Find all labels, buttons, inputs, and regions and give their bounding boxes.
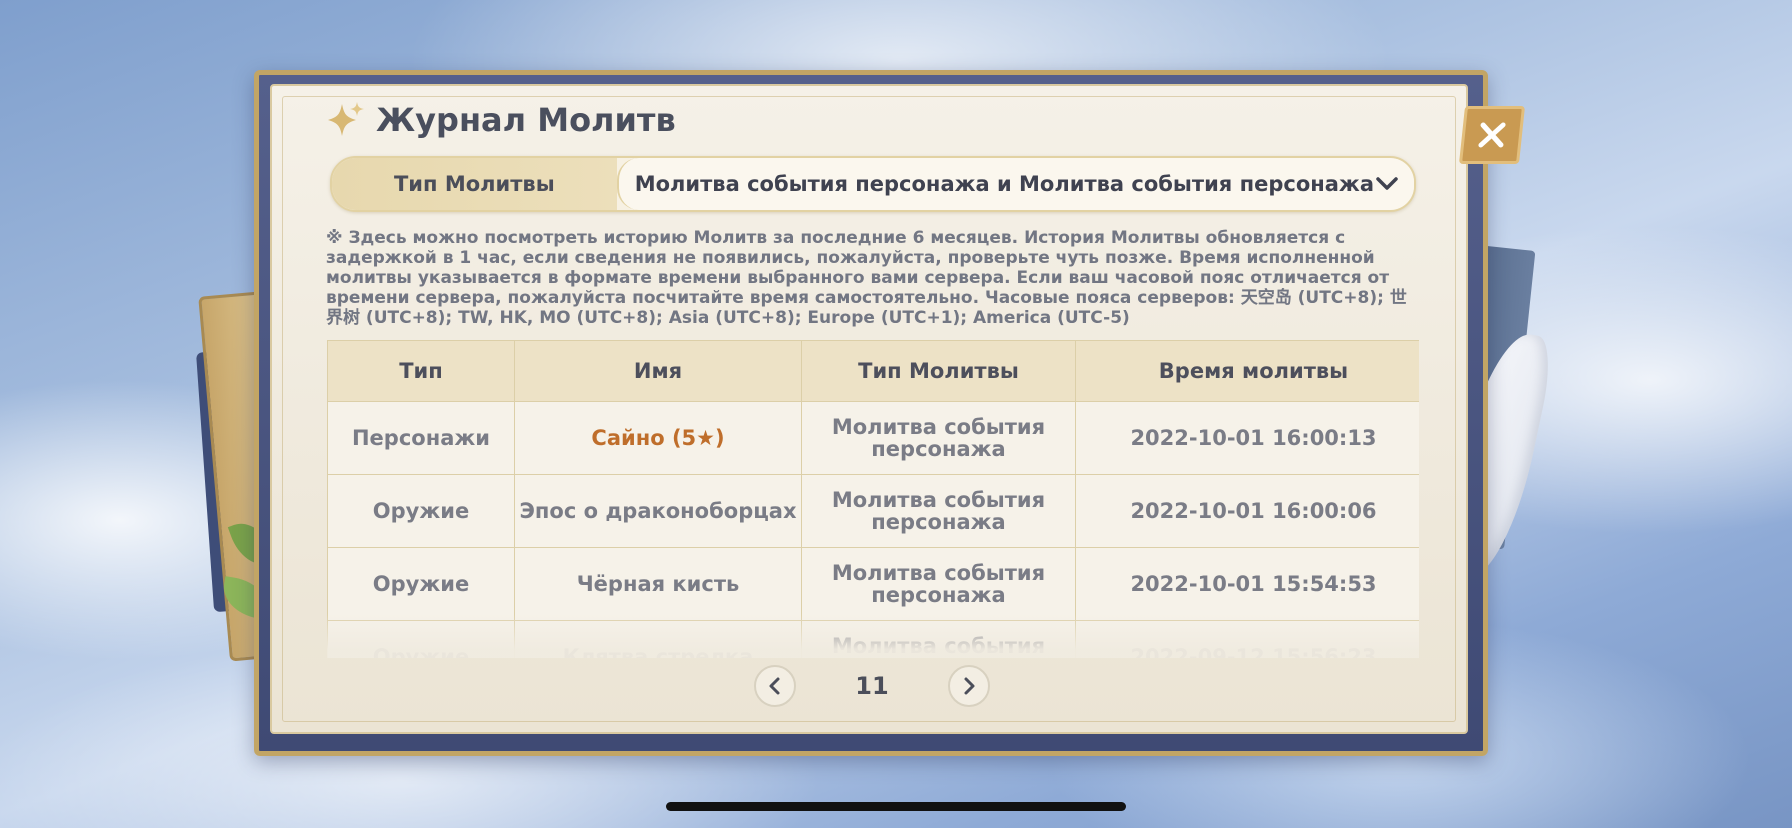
title-row: Журнал Молитв: [326, 98, 676, 142]
wish-type-selected: Молитва события персонажа и Молитва собы…: [634, 172, 1374, 196]
cell-time: 2022-10-01 16:00:13: [1075, 401, 1419, 475]
prev-page-button[interactable]: [754, 665, 796, 707]
chevron-down-icon: [1376, 177, 1398, 190]
column-header-time: Время молитвы: [1075, 340, 1419, 402]
cell-type: Оружие: [327, 547, 515, 621]
column-header-name: Имя: [514, 340, 802, 402]
cell-time: 2022-10-01 15:54:53: [1075, 547, 1419, 621]
table-row: Оружие Клятва стрелка Молитва события пе…: [327, 620, 1419, 658]
wish-history-table-container[interactable]: Тип Имя Тип Молитвы Время молитвы Персон…: [327, 340, 1419, 658]
chevron-left-icon: [769, 677, 780, 695]
cell-wish-type: Молитва события персонажа: [801, 474, 1076, 548]
wish-type-dropdown[interactable]: Молитва события персонажа и Молитва собы…: [616, 158, 1414, 210]
pagination: 11: [754, 664, 990, 708]
cell-wish-type: Молитва события персонажа: [801, 547, 1076, 621]
cell-name: Чёрная кисть: [514, 547, 802, 621]
cell-type: Оружие: [327, 620, 515, 658]
sparkle-icon: [328, 102, 364, 136]
cell-type: Персонажи: [327, 401, 515, 475]
column-header-wish-type: Тип Молитвы: [801, 340, 1076, 402]
chevron-right-icon: [964, 677, 975, 695]
next-page-button[interactable]: [948, 665, 990, 707]
cell-time: 2022-10-01 16:00:06: [1075, 474, 1419, 548]
cell-name: Клятва стрелка: [514, 620, 802, 658]
table-row: Оружие Чёрная кисть Молитва события перс…: [327, 547, 1419, 621]
current-page-number: 11: [855, 672, 889, 700]
column-header-type: Тип: [327, 340, 515, 402]
wish-history-table: Тип Имя Тип Молитвы Время молитвы Персон…: [327, 340, 1419, 658]
table-row: Персонажи Сайно (5★) Молитва события пер…: [327, 401, 1419, 475]
cell-wish-type: Молитва события персонажа: [801, 620, 1076, 658]
cell-name: Эпос о драконоборцах: [514, 474, 802, 548]
table-row: Оружие Эпос о драконоборцах Молитва собы…: [327, 474, 1419, 548]
table-header-row: Тип Имя Тип Молитвы Время молитвы: [327, 340, 1419, 402]
cell-wish-type: Молитва события персонажа: [801, 401, 1076, 475]
cell-time: 2022-09-12 15:56:23: [1075, 620, 1419, 658]
cell-type: Оружие: [327, 474, 515, 548]
close-button[interactable]: [1458, 106, 1526, 164]
home-indicator[interactable]: [666, 802, 1126, 811]
close-icon: [1478, 122, 1506, 148]
history-notice: ※ Здесь можно посмотреть историю Молитв …: [326, 228, 1407, 328]
page-title: Журнал Молитв: [376, 101, 676, 139]
filter-label: Тип Молитвы: [332, 158, 617, 210]
cell-name-five-star: Сайно (5★): [514, 401, 802, 475]
wish-type-filter: Тип Молитвы Молитва события персонажа и …: [330, 156, 1416, 212]
